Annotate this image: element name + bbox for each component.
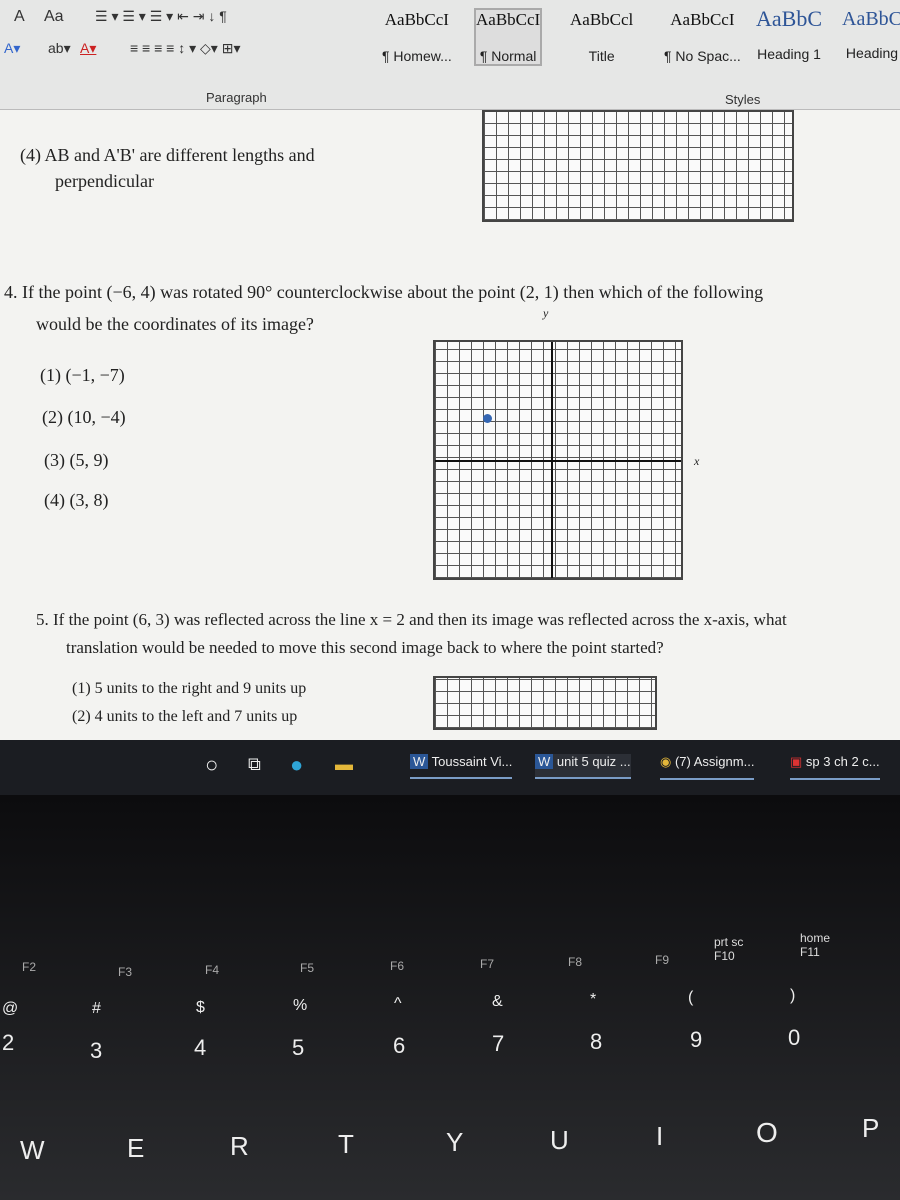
key-symbol: $ <box>196 999 205 1016</box>
word-ribbon: A Aa ☰ ▾ ☰ ▾ ☰ ▾ ⇤ ⇥ ↓ ¶ A▾ ab▾ A▾ ≡ ≡ ≡… <box>0 0 900 110</box>
change-case-button[interactable]: Aa <box>44 8 64 26</box>
document-page[interactable]: (4) AB and A'B' are different lengths an… <box>0 110 900 740</box>
key-symbol: ^ <box>394 995 402 1012</box>
key-e[interactable]: E <box>127 1133 144 1164</box>
prev-choice-4-line1: (4) AB and A'B' are different lengths an… <box>20 145 315 165</box>
q4-choice-1: (1) (−1, −7) <box>40 365 125 385</box>
prev-choice-4-line2: perpendicular <box>55 171 154 191</box>
key-o[interactable]: O <box>756 1117 778 1149</box>
style-no-spacing[interactable]: AaBbCcI ¶ No Spac... <box>664 10 741 64</box>
key-symbol: ) <box>790 987 796 1004</box>
styles-group-label: Styles <box>725 92 761 107</box>
bullets-icon[interactable]: ☰ ▾ ☰ ▾ ☰ ▾ ⇤ ⇥ ↓ ¶ <box>95 8 227 25</box>
font-color-icon[interactable]: A▾ <box>80 40 96 57</box>
key-f8[interactable]: F8 <box>568 955 582 969</box>
key-7[interactable]: 7 <box>492 1031 504 1057</box>
question-5-line1: 5. If the point (6, 3) was reflected acr… <box>36 610 787 629</box>
key-3[interactable]: 3 <box>90 1038 102 1064</box>
word-icon: W <box>410 754 429 769</box>
key-symbol: ( <box>688 989 694 1006</box>
key-f6[interactable]: F6 <box>390 959 404 973</box>
key-0[interactable]: 0 <box>788 1025 800 1051</box>
key-symbol: * <box>590 991 597 1008</box>
key-f9[interactable]: F9 <box>655 953 669 967</box>
grow-font-icon[interactable]: A <box>14 8 25 26</box>
key-f2[interactable]: F2 <box>22 960 36 974</box>
key-w[interactable]: W <box>20 1135 45 1166</box>
chrome-icon: ◉ <box>660 754 672 769</box>
paragraph-group-label: Paragraph <box>206 90 267 105</box>
key-f7[interactable]: F7 <box>480 957 494 971</box>
key-2[interactable]: 2 <box>2 1030 14 1056</box>
cortana-icon[interactable]: ○ <box>205 752 218 778</box>
style-heading-1[interactable]: AaBbC Heading 1 <box>756 6 822 62</box>
key-6[interactable]: 6 <box>393 1033 405 1059</box>
q5-choice-2: (2) 4 units to the left and 7 units up <box>72 708 298 725</box>
highlight-icon[interactable]: ab▾ <box>48 40 71 57</box>
question-4-line1: 4. If the point (−6, 4) was rotated 90° … <box>4 282 764 302</box>
style-heading-2[interactable]: AaBbC Heading <box>842 8 900 61</box>
taskbar-item-chrome[interactable]: ◉ (7) Assignm... <box>660 754 755 780</box>
key-f4[interactable]: F4 <box>205 963 219 977</box>
style-normal[interactable]: AaBbCcI ¶ Normal <box>473 8 543 66</box>
key-u[interactable]: U <box>550 1125 569 1156</box>
prev-grid <box>482 110 794 222</box>
taskbar-item-pdf[interactable]: ▣ sp 3 ch 2 c... <box>790 754 880 780</box>
q5-coordinate-grid <box>433 676 657 730</box>
key-symbol: @ <box>2 1000 19 1017</box>
key-f3[interactable]: F3 <box>118 965 132 979</box>
laptop-keyboard: F2 F3 F4 F5 F6 F7 F8 F9 prt sc F10 home … <box>0 795 900 1200</box>
key-f11[interactable]: home F11 <box>800 931 846 959</box>
key-8[interactable]: 8 <box>590 1029 602 1055</box>
file-explorer-icon[interactable]: ▬ <box>335 754 353 775</box>
pdf-icon: ▣ <box>790 754 803 769</box>
key-p[interactable]: P <box>862 1113 879 1144</box>
key-f5[interactable]: F5 <box>300 961 314 975</box>
x-axis-label: x <box>694 454 700 468</box>
key-symbol: & <box>492 993 503 1010</box>
q4-choice-2: (2) (10, −4) <box>42 407 126 427</box>
q4-choice-4: (4) (3, 8) <box>44 490 109 510</box>
key-4[interactable]: 4 <box>194 1035 206 1061</box>
key-r[interactable]: R <box>230 1131 249 1162</box>
key-symbol: % <box>293 997 308 1014</box>
q5-choice-1: (1) 5 units to the right and 9 units up <box>72 680 307 697</box>
taskbar-item-toussaint[interactable]: W Toussaint Vi... <box>410 754 513 779</box>
key-t[interactable]: T <box>338 1129 354 1160</box>
key-5[interactable]: 5 <box>292 1035 304 1061</box>
taskbar-item-unit5[interactable]: W unit 5 quiz ... <box>535 754 631 779</box>
key-y[interactable]: Y <box>446 1127 463 1158</box>
style-title[interactable]: AaBbCcl Title <box>570 10 633 64</box>
key-i[interactable]: I <box>656 1121 663 1152</box>
windows-taskbar: ○ ⧉ ● ▬ W Toussaint Vi... W unit 5 quiz … <box>0 740 900 795</box>
edge-icon[interactable]: ● <box>290 752 303 778</box>
task-view-icon[interactable]: ⧉ <box>248 754 261 775</box>
q4-coordinate-grid <box>433 340 683 580</box>
text-effects-icon[interactable]: A▾ <box>4 40 20 57</box>
key-9[interactable]: 9 <box>690 1027 702 1053</box>
y-axis-label: y <box>543 306 549 320</box>
question-5-line2: translation would be needed to move this… <box>66 638 664 657</box>
plotted-point <box>483 414 492 423</box>
question-4-line2: would be the coordinates of its image? <box>36 314 314 334</box>
align-icons[interactable]: ≡ ≡ ≡ ≡ ↕ ▾ ◇▾ ⊞▾ <box>130 40 240 57</box>
key-f10[interactable]: prt sc F10 <box>714 935 764 963</box>
style-homework[interactable]: AaBbCcI ¶ Homew... <box>382 10 452 64</box>
q4-choice-3: (3) (5, 9) <box>44 450 109 470</box>
word-icon: W <box>535 754 554 769</box>
key-symbol: # <box>92 1000 101 1017</box>
